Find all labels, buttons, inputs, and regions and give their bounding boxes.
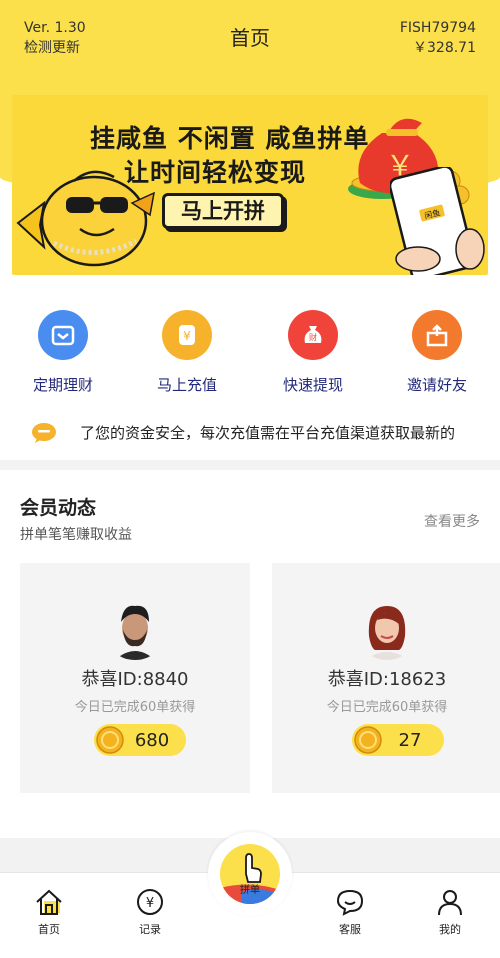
notice-text: 了您的资金安全，每次充值需在平台充值渠道获取最新的 [80, 424, 456, 442]
account-block: FISH79794 ￥328.71 [400, 18, 476, 58]
gold-coin-icon [354, 726, 382, 754]
menu-label: 邀请好友 [406, 376, 467, 394]
gold-coin-icon [96, 726, 124, 754]
reward-pill: 27 [352, 724, 444, 756]
reward-pill: 680 [94, 724, 186, 756]
nav-service[interactable]: 客服 [320, 887, 380, 937]
promo-banner[interactable]: 挂咸鱼 不闲置 咸鱼拼单 让时间轻松变现 马上开拼 ￥ 闲鱼 [12, 95, 488, 275]
section-title: 会员动态 [20, 497, 97, 519]
member-desc: 今日已完成60单获得 [74, 700, 196, 715]
message-bubble-icon [32, 423, 56, 443]
notice-bar[interactable]: 了您的资金安全，每次充值需在平台充值渠道获取最新的 [0, 416, 500, 450]
menu-label: 快速提现 [282, 376, 343, 394]
nav-label: 客服 [339, 923, 361, 936]
menu-item-invite[interactable]: 邀请好友 [382, 310, 492, 395]
menu-label: 马上充值 [156, 376, 217, 394]
start-group-button[interactable]: 马上开拼 [162, 193, 284, 229]
recharge-coin-icon: ¥ [162, 310, 212, 360]
menu-item-fixed-finance[interactable]: 定期理财 [8, 310, 118, 395]
wallet-icon [38, 310, 88, 360]
nav-label: 我的 [439, 923, 461, 936]
group-buy-button[interactable]: 拼单 [220, 844, 280, 904]
nav-mine[interactable]: 我的 [420, 887, 480, 937]
section-divider [0, 460, 500, 470]
user-icon [438, 890, 462, 916]
svg-text:¥: ¥ [183, 329, 191, 343]
reward-amount: 27 [398, 729, 422, 751]
quick-menu: 定期理财 ¥ 马上充值 财 快速提现 邀请好友 [0, 310, 500, 400]
view-more-link[interactable]: 查看更多 [424, 511, 480, 531]
phone-illustration-icon: 闲鱼 [390, 167, 485, 275]
nav-records[interactable]: ¥ 记录 [120, 887, 180, 937]
reward-amount: 680 [134, 729, 170, 751]
gift-box-icon [412, 310, 462, 360]
nav-label: 记录 [139, 923, 161, 936]
menu-item-recharge[interactable]: ¥ 马上充值 [132, 310, 242, 395]
menu-item-withdraw[interactable]: 财 快速提现 [258, 310, 368, 395]
avatar [355, 596, 419, 660]
menu-label: 定期理财 [32, 376, 93, 394]
svg-text:财: 财 [309, 332, 317, 342]
member-card[interactable]: 恭喜ID:18623 今日已完成60单获得 27 [272, 563, 500, 793]
home-icon [36, 889, 62, 915]
nav-label: 首页 [38, 923, 60, 936]
center-button-label: 拼单 [240, 885, 260, 896]
nav-home[interactable]: 首页 [19, 887, 79, 937]
member-id-text: 恭喜ID:18623 [327, 669, 447, 690]
balance: ￥328.71 [413, 40, 476, 56]
avatar [103, 596, 167, 660]
member-desc: 今日已完成60单获得 [326, 700, 448, 715]
money-bag-icon: 财 [288, 310, 338, 360]
yen-circle-icon: ¥ [137, 889, 163, 915]
chat-bubble-icon [336, 889, 364, 916]
fish-mascot-icon [16, 170, 155, 267]
member-id-text: 恭喜ID:8840 [81, 669, 189, 690]
banner-headline: 挂咸鱼 不闲置 咸鱼拼单 [90, 124, 370, 153]
member-card[interactable]: 恭喜ID:8840 今日已完成60单获得 680 [20, 563, 250, 793]
section-subtitle: 拼单笔笔赚取收益 [20, 527, 132, 543]
svg-text:¥: ¥ [146, 896, 154, 911]
username: FISH79794 [399, 20, 476, 36]
